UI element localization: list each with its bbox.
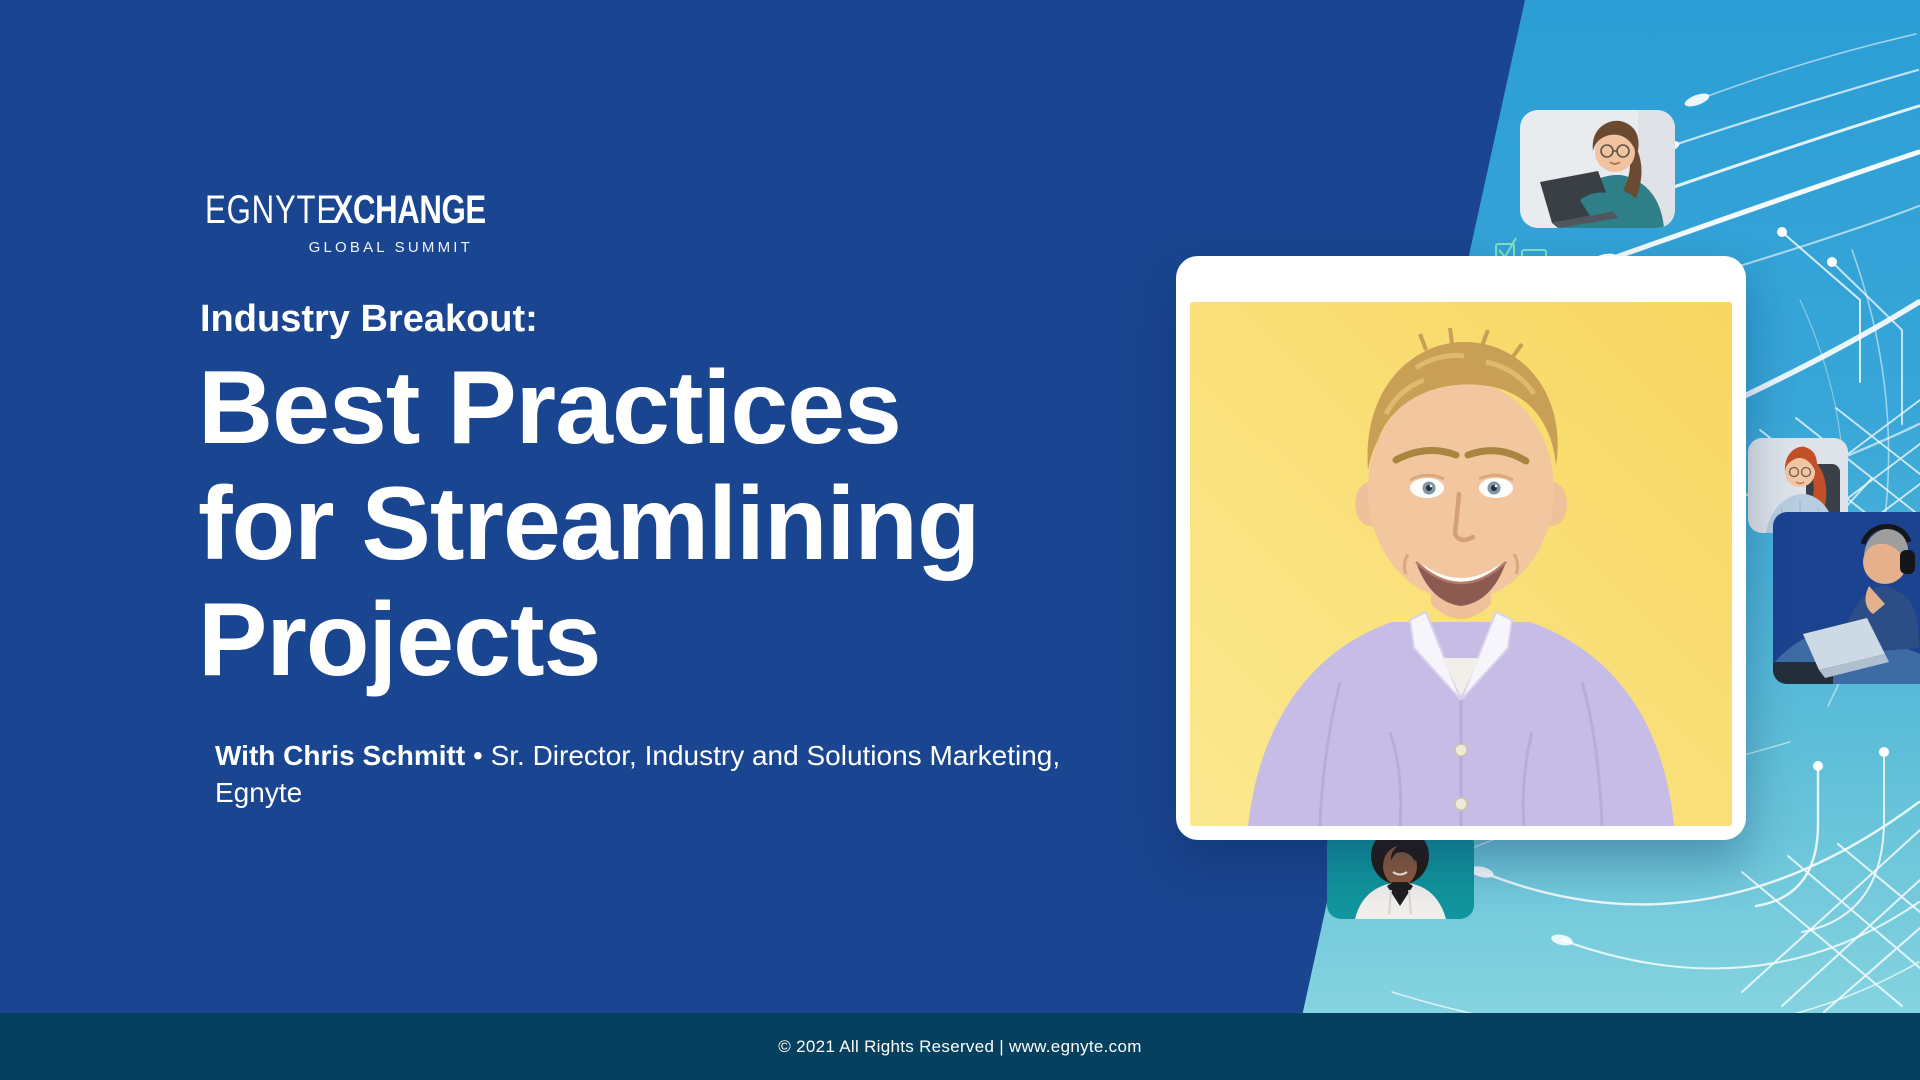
man-with-headphones-thumbnail	[1773, 512, 1920, 684]
logo-brand-bold: XCHANGE	[333, 188, 486, 232]
logo-brand-thin: EGNYTE	[205, 188, 338, 232]
title-line-2: for Streamlining	[198, 466, 979, 582]
woman-white-hoodie-thumbnail	[1327, 830, 1474, 919]
woman-with-laptop-thumbnail	[1520, 110, 1675, 228]
title-line-1: Best Practices	[198, 350, 979, 466]
speaker-byline: With Chris Schmitt • Sr. Director, Indus…	[215, 737, 1105, 811]
eyebrow-text: Industry Breakout:	[200, 298, 538, 341]
speaker-headshot	[1190, 302, 1732, 826]
title-line-3: Projects	[198, 582, 979, 698]
speaker-name: With Chris Schmitt	[215, 740, 465, 771]
footer-bar: © 2021 All Rights Reserved | www.egnyte.…	[0, 1013, 1920, 1080]
webinar-title-slide: EGNYTE XCHANGE GLOBAL SUMMIT Industry Br…	[0, 0, 1920, 1080]
egnyte-exchange-logo: EGNYTE XCHANGE GLOBAL SUMMIT	[205, 182, 473, 256]
slide-title: Best Practices for Streamlining Projects	[198, 350, 979, 698]
logo-tagline: GLOBAL SUMMIT	[205, 239, 473, 256]
copyright-text: © 2021 All Rights Reserved | www.egnyte.…	[778, 1037, 1141, 1057]
